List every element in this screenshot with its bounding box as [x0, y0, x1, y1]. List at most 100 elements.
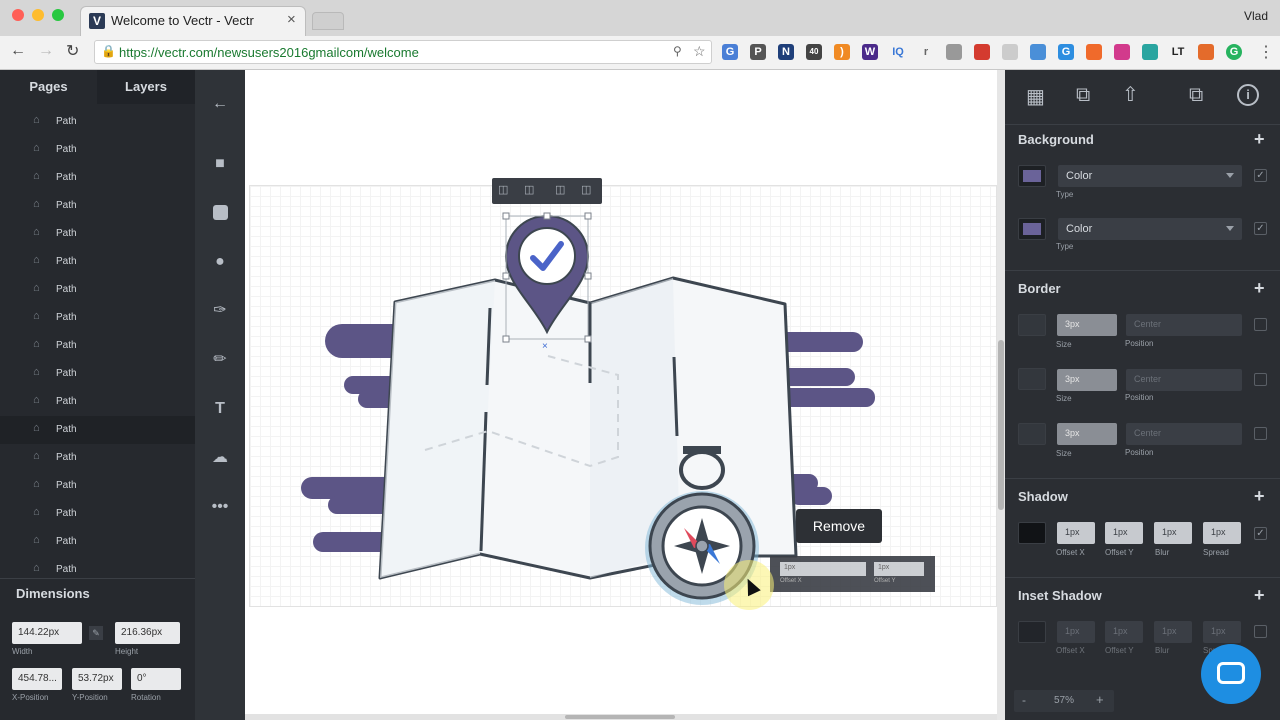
shadow-blur-input[interactable]: 1px: [1154, 522, 1192, 544]
h-scrollbar-thumb[interactable]: [565, 715, 675, 719]
inset-shadow-color-swatch[interactable]: [1018, 621, 1046, 643]
red-app-icon[interactable]: [974, 44, 990, 60]
upload-tool-icon[interactable]: ☁: [207, 445, 233, 471]
r-icon[interactable]: r: [918, 44, 934, 60]
border-enabled-checkbox-2[interactable]: [1254, 373, 1267, 386]
rounded-rectangle-tool-icon[interactable]: [207, 200, 233, 226]
evernote-icon[interactable]: N: [778, 44, 794, 60]
height-input[interactable]: 216.36px: [115, 622, 180, 644]
grid-icon[interactable]: ▦: [1026, 84, 1050, 108]
border-size-input-2[interactable]: 3px: [1057, 369, 1117, 391]
layer-item[interactable]: ⌂ Path: [0, 108, 195, 136]
browser-tab-active[interactable]: V Welcome to Vectr - Vectr ×: [80, 6, 306, 36]
align-left-icon[interactable]: ◫: [498, 183, 512, 197]
border-position-select[interactable]: Center: [1126, 314, 1242, 336]
layer-item[interactable]: ⌂ Path: [0, 500, 195, 528]
inset-shadow-enabled-checkbox[interactable]: [1254, 625, 1267, 638]
inset-offset-y-input[interactable]: 1px: [1105, 621, 1143, 643]
shadow-spread-input[interactable]: 1px: [1203, 522, 1241, 544]
background-color-swatch[interactable]: [1018, 165, 1046, 187]
back-arrow-icon[interactable]: ←: [10, 42, 26, 60]
rss-icon[interactable]: ): [834, 44, 850, 60]
artboard[interactable]: [249, 185, 997, 607]
background-type-select-2[interactable]: Color: [1058, 218, 1242, 240]
layer-item[interactable]: ⌂ Path: [0, 248, 195, 276]
border-enabled-checkbox[interactable]: [1254, 318, 1267, 331]
export-icon[interactable]: ⇧: [1122, 82, 1146, 106]
minimize-window-button[interactable]: [32, 9, 44, 21]
background-color-swatch-2[interactable]: [1018, 218, 1046, 240]
counter-40-icon[interactable]: 40: [806, 44, 822, 60]
layer-item[interactable]: ⌂ Path: [0, 332, 195, 360]
mini-offset-y-input[interactable]: 1px: [874, 562, 924, 576]
pink-ext-icon[interactable]: [1114, 44, 1130, 60]
vertical-scrollbar[interactable]: [997, 70, 1005, 720]
shadow-enabled-checkbox[interactable]: ✓: [1254, 527, 1267, 540]
layer-item[interactable]: ⌂ Path: [0, 360, 195, 388]
background-enabled-checkbox-2[interactable]: ✓: [1254, 222, 1267, 235]
layer-item[interactable]: ⌂ Path: [0, 136, 195, 164]
layer-item[interactable]: ⌂ Path: [0, 472, 195, 500]
new-tab-button[interactable]: [312, 12, 344, 30]
scrollbar-thumb[interactable]: [998, 340, 1004, 510]
pencil-tool-icon[interactable]: ✏: [207, 347, 233, 373]
add-shadow-button[interactable]: +: [1254, 486, 1265, 507]
forward-arrow-icon[interactable]: →: [38, 42, 54, 60]
tab-layers[interactable]: Layers: [97, 70, 195, 104]
rectangle-tool-icon[interactable]: ■: [207, 151, 233, 177]
ellipse-tool-icon[interactable]: ●: [207, 249, 233, 275]
lt-icon[interactable]: LT: [1170, 44, 1186, 60]
border-color-swatch[interactable]: [1018, 314, 1046, 336]
layer-item[interactable]: ⌂ Path: [0, 304, 195, 332]
horizontal-scrollbar[interactable]: [245, 714, 997, 720]
info-icon[interactable]: i: [1237, 84, 1259, 106]
teal-ext-icon[interactable]: [1142, 44, 1158, 60]
text-tool-icon[interactable]: T: [207, 396, 233, 422]
inset-offset-x-input[interactable]: 1px: [1057, 621, 1095, 643]
layer-item[interactable]: ⌂ Path: [0, 192, 195, 220]
inset-spread-input[interactable]: 1px: [1203, 621, 1241, 643]
inset-blur-input[interactable]: 1px: [1154, 621, 1192, 643]
layer-item[interactable]: ⌂ Path: [0, 416, 195, 444]
add-page-icon[interactable]: ⧉: [1189, 84, 1213, 108]
background-type-select[interactable]: Color: [1058, 165, 1242, 187]
width-input[interactable]: 144.22px: [12, 622, 82, 644]
pen-tool-icon[interactable]: ✑: [207, 298, 233, 324]
layer-item[interactable]: ⌂ Path: [0, 276, 195, 304]
more-tool-icon[interactable]: •••: [207, 494, 233, 520]
shadow-offset-x-input[interactable]: 1px: [1057, 522, 1095, 544]
layer-item[interactable]: ⌂ Path: [0, 388, 195, 416]
layer-item[interactable]: ⌂ Path: [0, 164, 195, 192]
zoom-out-button[interactable]: -: [1022, 693, 1026, 707]
mini-offset-x-input[interactable]: 1px: [780, 562, 866, 576]
tab-close-icon[interactable]: ×: [287, 11, 296, 28]
google-icon[interactable]: G: [1058, 44, 1074, 60]
remove-tooltip[interactable]: Remove: [796, 509, 882, 543]
webflow-icon[interactable]: W: [862, 44, 878, 60]
layer-item[interactable]: ⌂ Path: [0, 220, 195, 248]
add-inset-shadow-button[interactable]: +: [1254, 585, 1265, 606]
x-position-input[interactable]: 454.78...: [12, 668, 62, 690]
star-icon[interactable]: ☆: [693, 43, 706, 60]
border-color-swatch-2[interactable]: [1018, 368, 1046, 390]
border-enabled-checkbox-3[interactable]: [1254, 427, 1267, 440]
add-border-button[interactable]: +: [1254, 278, 1265, 299]
rotation-input[interactable]: 0°: [131, 668, 181, 690]
tab-pages[interactable]: Pages: [0, 70, 97, 104]
y-position-input[interactable]: 53.72px: [72, 668, 122, 690]
doc-icon[interactable]: [1002, 44, 1018, 60]
link-proportions-icon[interactable]: ✎: [89, 626, 103, 640]
add-background-button[interactable]: +: [1254, 129, 1265, 150]
layer-item[interactable]: ⌂ Path: [0, 444, 195, 472]
shadow-color-swatch[interactable]: [1018, 522, 1046, 544]
iq-icon[interactable]: IQ: [890, 44, 906, 60]
address-bar[interactable]: 🔒 https://vectr.com/newsusers2016gmailco…: [94, 40, 712, 64]
chat-support-button[interactable]: [1201, 644, 1261, 704]
align-center-icon[interactable]: ◫: [524, 183, 538, 197]
border-position-select-3[interactable]: Center: [1126, 423, 1242, 445]
power-ext-icon[interactable]: [1198, 44, 1214, 60]
border-color-swatch-3[interactable]: [1018, 423, 1046, 445]
profile-name[interactable]: Vlad: [1244, 9, 1268, 23]
pocket-icon[interactable]: P: [750, 44, 766, 60]
orange-ext-icon[interactable]: [1086, 44, 1102, 60]
